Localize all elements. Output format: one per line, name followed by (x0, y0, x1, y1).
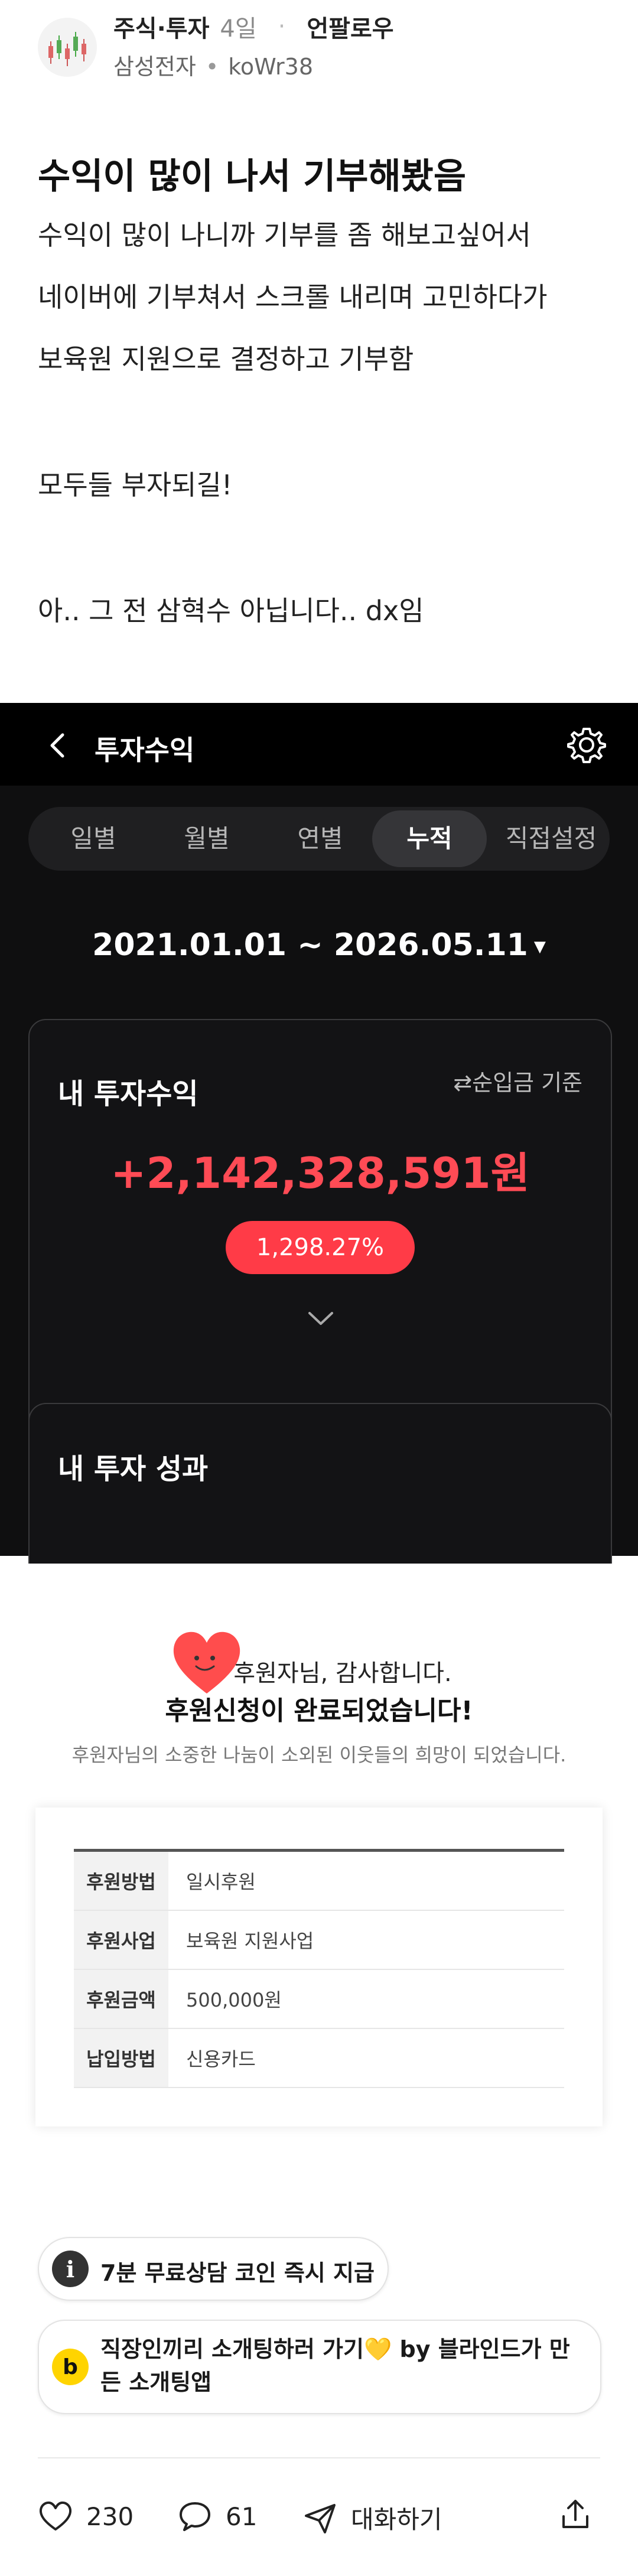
like-count: 230 (86, 2502, 134, 2531)
tab-cumulative[interactable]: 누적 (372, 810, 487, 867)
investment-screenshot[interactable]: 투자수익 일별 월별 연별 누적 직접설정 2021.01.01 ~ 2026.… (0, 703, 638, 1564)
blind-logo-icon: b (52, 2349, 89, 2385)
date-range[interactable]: 2021.01.01 ~ 2026.05.11 ▼ (0, 927, 638, 963)
separator-dot: • (205, 54, 219, 80)
company-label: 삼성전자 (113, 54, 196, 80)
table-row: 후원사업 보육원 지원사업 (74, 1911, 564, 1970)
complete-text: 후원신청이 완료되었습니다! (165, 1696, 473, 1726)
thanks-text: 후원자님, 감사합니다. (0, 1654, 638, 1688)
tab-daily[interactable]: 일별 (40, 807, 147, 871)
expand-chevron-icon[interactable] (306, 1304, 336, 1334)
post-body-line: 네이버에 기부쳐서 스크롤 내리며 고민하다가 (38, 281, 548, 313)
share-button[interactable] (558, 2496, 593, 2534)
category-label[interactable]: 주식·투자 (113, 9, 209, 44)
post-time: 4일 (220, 15, 257, 43)
blind-promo-label: 직장인끼리 소개팅하러 가기💛 by 블라인드가 만든 소개팅앱 (100, 2336, 570, 2395)
post-body-line: 보육원 지원으로 결정하고 기부함 (38, 343, 414, 375)
like-button[interactable]: 230 (38, 2500, 134, 2533)
separator-dot: · (278, 13, 286, 40)
consult-promo-label: 7분 무료상담 코인 즉시 지급 (100, 2260, 375, 2286)
info-icon: i (52, 2251, 89, 2287)
basis-toggle[interactable]: ⇄순입금 기준 (453, 1064, 582, 1097)
tab-monthly[interactable]: 월별 (154, 807, 260, 871)
performance-card: 내 투자 성과 (28, 1403, 612, 1564)
share-icon (562, 2500, 588, 2528)
table-row: 납입방법 신용카드 (74, 2029, 564, 2088)
send-icon (305, 2503, 336, 2533)
row-value: 일시후원 (186, 1871, 256, 1893)
row-value: 보육원 지원사업 (186, 1930, 314, 1952)
post-title: 수익이 많이 나서 기부해봤음 (38, 156, 467, 197)
chevron-left-icon (46, 729, 70, 770)
thanks-text-label: 후원자님, 감사합니다. (233, 1660, 452, 1687)
comment-count: 61 (226, 2502, 258, 2531)
post-body-line: 모두들 부자되길! (38, 469, 233, 501)
donation-table: 후원방법 일시후원 후원사업 보육원 지원사업 후원금액 500,000원 납입방법 신… (74, 1849, 564, 2088)
row-key: 후원금액 (74, 1970, 168, 2028)
gear-icon (567, 728, 606, 763)
heart-icon (39, 2501, 72, 2531)
app-title: 투자수익 (95, 734, 195, 766)
comment-icon (180, 2502, 210, 2531)
blind-dating-promo-button[interactable]: b 직장인끼리 소개팅하러 가기💛 by 블라인드가 만든 소개팅앱 (38, 2320, 601, 2414)
date-range-text: 2021.01.01 ~ 2026.05.11 (92, 927, 528, 963)
donation-summary-card: 후원방법 일시후원 후원사업 보육원 지원사업 후원금액 500,000원 납입방법 신… (35, 1808, 603, 2126)
performance-card-title: 내 투자 성과 (58, 1453, 209, 1486)
row-key: 후원사업 (74, 1911, 168, 1969)
avatar[interactable] (38, 18, 97, 77)
profit-amount: +2,142,328,591원 (110, 1148, 530, 1198)
row-key: 후원방법 (74, 1852, 168, 1910)
table-row: 후원금액 500,000원 (74, 1970, 564, 2029)
app-topbar: 투자수익 (0, 703, 638, 786)
tab-custom[interactable]: 직접설정 (495, 807, 607, 871)
profit-card-title: 내 투자수익 (58, 1077, 198, 1110)
post-body-line: 아.. 그 전 삼혁수 아닙니다.. dx임 (38, 595, 424, 627)
donation-subtext: 후원자님의 소중한 나눔이 소외된 이웃들의 희망이 되었습니다. (71, 1744, 567, 1766)
dm-label: 대화하기 (351, 2505, 442, 2534)
post-meta-bottom: 삼성전자 • koWr38 (113, 48, 313, 81)
profit-percent-badge: 1,298.27% (226, 1221, 415, 1274)
post-meta-top: 주식·투자 4일 · 언팔로우 (113, 9, 394, 44)
row-key: 납입방법 (74, 2029, 168, 2087)
user-id: koWr38 (228, 54, 314, 80)
comment-button[interactable]: 61 (177, 2500, 257, 2533)
divider (38, 2457, 600, 2458)
row-value: 500,000원 (186, 1989, 282, 2011)
dm-button[interactable]: 대화하기 (302, 2500, 442, 2536)
table-row: 후원방법 일시후원 (74, 1852, 564, 1911)
stock-chart-icon (48, 32, 86, 66)
author-name[interactable]: 언팔로우 (307, 9, 393, 44)
tab-yearly[interactable]: 연별 (267, 807, 373, 871)
post-body-line: 수익이 많이 나니까 기부를 좀 해보고싶어서 (38, 219, 531, 251)
row-value: 신용카드 (186, 2048, 256, 2070)
dropdown-caret-icon: ▼ (533, 938, 546, 956)
period-tabs: 일별 월별 연별 누적 직접설정 (28, 807, 610, 871)
consult-promo-button[interactable]: i 7분 무료상담 코인 즉시 지급 (38, 2237, 389, 2301)
